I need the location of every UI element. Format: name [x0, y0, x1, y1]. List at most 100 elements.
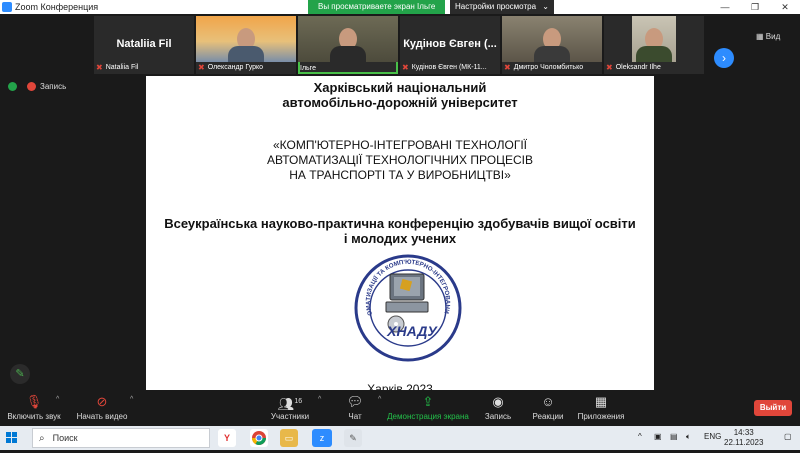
- mic-muted-icon: ✖: [504, 63, 511, 72]
- chevron-down-icon: ⌄: [542, 2, 549, 11]
- university-title: Харківський національний автомобільно-до…: [146, 80, 654, 110]
- zoom-app-icon: [2, 2, 12, 12]
- annotate-pen-icon[interactable]: ✎: [10, 364, 30, 384]
- audio-options-caret[interactable]: ^: [56, 396, 59, 403]
- participant-name: Кудінов Євген (МК-11...: [411, 64, 487, 71]
- participant-tile[interactable]: ✖ Oleksandr Ilhe: [604, 16, 704, 74]
- record-icon: ◉: [492, 394, 504, 409]
- view-options-button[interactable]: Настройки просмотра ⌄: [450, 0, 554, 14]
- language-indicator[interactable]: ENG: [704, 432, 721, 441]
- participants-label: Участники: [270, 412, 310, 421]
- clock-time: 14:33: [733, 428, 754, 437]
- restore-button[interactable]: ❐: [740, 0, 770, 14]
- notifications-icon[interactable]: ▢: [784, 432, 792, 441]
- slide-city-year: Харків 2023: [367, 382, 433, 390]
- theme-line: АВТОМАТИЗАЦІЇ ТЕХНОЛОГІЧНИХ ПРОЦЕСІВ: [267, 153, 533, 167]
- video-options-caret[interactable]: ^: [130, 396, 133, 403]
- volume-icon[interactable]: 🔈︎: [686, 432, 691, 442]
- participants-icon: 👥︎16: [277, 396, 303, 412]
- leave-button[interactable]: Выйти: [754, 400, 792, 416]
- conference-title: Всеукраїнська науково-практична конферен…: [146, 216, 654, 246]
- conference-line: і молодих учених: [343, 231, 457, 246]
- shared-slide: Харківський національний автомобільно-до…: [146, 76, 654, 390]
- participant-name-big: Nataliia Fil: [116, 38, 172, 50]
- windows-start-icon[interactable]: [6, 432, 18, 444]
- file-explorer-icon[interactable]: ▭: [280, 429, 298, 447]
- participant-name: Дмитро Чоломбитько: [513, 64, 584, 71]
- conference-line: Всеукраїнська науково-практична конферен…: [164, 216, 636, 231]
- viewing-screen-banner: Вы просматриваете экран Ільге: [308, 0, 446, 14]
- window-title: Zoom Конференция: [15, 2, 99, 12]
- person-body: [228, 46, 264, 62]
- chat-button[interactable]: 💬︎ Чат: [340, 394, 370, 421]
- apps-label: Приложения: [577, 412, 625, 421]
- participant-name: Ільге: [300, 65, 316, 72]
- windows-taskbar: ⌕ Поиск Y ▭ z ✎ ^ ▣ ▤ 🔈︎ ENG 14:33 22.11…: [0, 426, 800, 450]
- clock-date: 22.11.2023: [724, 438, 764, 447]
- university-line: автомобільно-дорожній університет: [282, 95, 518, 110]
- participant-label: ✖ Nataliia Fil: [96, 63, 138, 72]
- tray-chevron-icon[interactable]: ^: [638, 432, 642, 441]
- participant-tile-active[interactable]: Ільге: [298, 16, 398, 74]
- paint-icon[interactable]: ✎: [344, 429, 362, 447]
- view-options-label: Настройки просмотра: [455, 2, 537, 11]
- mic-muted-icon: ✖: [402, 63, 409, 72]
- participant-tile[interactable]: Кудінов Євген (... ✖ Кудінов Євген (МК-11…: [400, 16, 500, 74]
- apps-button[interactable]: ▦ Приложения: [574, 394, 628, 421]
- meeting-toolbar: 🎙︎ Включить звук ^ ⊘ Начать видео ^ 👥︎16…: [0, 390, 800, 426]
- record-dot-icon: [27, 82, 36, 91]
- start-video-button[interactable]: ⊘ Начать видео: [74, 394, 130, 421]
- theme-line: «КОМП'ЮТЕРНО-ІНТЕГРОВАНІ ТЕХНОЛОГІЇ: [273, 138, 527, 152]
- participant-name: Олександр Гурко: [207, 64, 264, 71]
- search-placeholder: Поиск: [52, 433, 78, 443]
- mic-off-icon: 🎙︎: [25, 394, 43, 409]
- share-screen-button[interactable]: ⇪ Демонстрация экрана: [386, 394, 470, 421]
- grid-icon: ▦: [756, 32, 766, 41]
- chat-caret[interactable]: ^: [378, 396, 381, 403]
- conference-theme: «КОМП'ЮТЕРНО-ІНТЕГРОВАНІ ТЕХНОЛОГІЇ АВТО…: [146, 138, 654, 183]
- participants-count: 16: [294, 398, 303, 405]
- participants-button[interactable]: 👥︎16 Участники: [266, 394, 314, 421]
- share-screen-icon: ⇪: [422, 394, 434, 409]
- taskbar-clock[interactable]: 14:33 22.11.2023: [724, 428, 763, 448]
- unmute-button[interactable]: 🎙︎ Включить звук: [6, 394, 62, 421]
- minimize-button[interactable]: —: [710, 0, 740, 14]
- yandex-browser-icon[interactable]: Y: [218, 429, 236, 447]
- reactions-icon: ☺: [541, 394, 555, 409]
- participant-tile[interactable]: ✖ Дмитро Чоломбитько: [502, 16, 602, 74]
- taskbar-search-box[interactable]: ⌕ Поиск: [32, 428, 210, 448]
- chrome-icon[interactable]: [250, 429, 268, 447]
- participant-tile[interactable]: Nataliia Fil ✖ Nataliia Fil: [94, 16, 194, 74]
- close-button[interactable]: ✕: [770, 0, 800, 14]
- mic-muted-icon: ✖: [96, 63, 103, 72]
- participant-video: [502, 16, 602, 62]
- share-screen-label: Демонстрация экрана: [387, 412, 469, 421]
- participant-label: ✖ Кудінов Євген (МК-11...: [402, 63, 487, 72]
- apps-icon: ▦: [594, 394, 608, 409]
- network-icon[interactable]: ▤: [670, 432, 678, 441]
- participant-name: Oleksandr Ilhe: [615, 64, 661, 71]
- view-label: Вид: [765, 32, 781, 41]
- university-line: Харківський національний: [313, 80, 487, 95]
- chat-label: Чат: [348, 412, 362, 421]
- participant-video: [196, 16, 296, 62]
- mic-muted-icon: ✖: [198, 63, 205, 72]
- participant-label: ✖ Oleksandr Ilhe: [606, 63, 661, 72]
- participant-tile[interactable]: ✖ Олександр Гурко: [196, 16, 296, 74]
- participant-video: [298, 16, 398, 62]
- mic-muted-icon: ✖: [606, 63, 613, 72]
- record-label: Запись: [484, 412, 512, 421]
- tray-app-icon[interactable]: ▣: [654, 432, 662, 441]
- participant-video: [632, 16, 676, 62]
- view-button[interactable]: ▦ Вид: [756, 32, 780, 41]
- start-video-label: Начать видео: [76, 412, 128, 421]
- next-page-button[interactable]: ›: [714, 48, 734, 68]
- chat-icon: 💬︎: [346, 394, 364, 409]
- record-button[interactable]: ◉ Запись: [478, 394, 518, 421]
- participant-label: Ільге: [300, 65, 316, 72]
- person-body: [636, 46, 672, 62]
- zoom-taskbar-icon[interactable]: z: [312, 429, 332, 447]
- shield-icon[interactable]: [8, 82, 17, 91]
- reactions-button[interactable]: ☺ Реакции: [528, 394, 568, 421]
- participants-caret[interactable]: ^: [318, 396, 321, 403]
